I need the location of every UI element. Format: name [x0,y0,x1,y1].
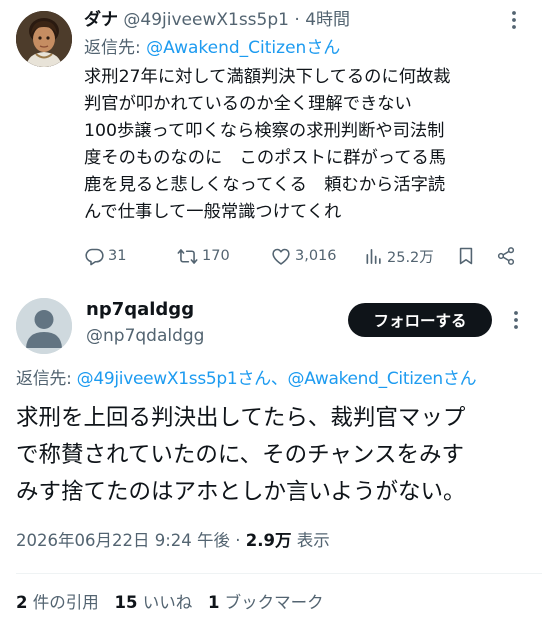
quotes-count: 2 [16,593,28,612]
handle[interactable]: @np7qdaldgg [86,323,204,349]
reply-icon [85,248,104,265]
likes-link[interactable]: 15 いいね [114,593,192,612]
reply-count: 31 [108,248,127,264]
separator-dot: · [294,10,300,30]
reply-tweet-text: 求刑27年に対して満額判決下してるのに何故裁 判官が叩かれているのか全く理解でき… [84,67,451,222]
engagement-stats: 2 件の引用 15 いいね 1 ブックマーク [16,590,324,616]
separator-dot: · [235,531,241,550]
share-icon [497,247,515,265]
relative-time[interactable]: 4時間 [305,10,350,30]
views-label: 表示 [291,531,330,550]
display-name[interactable]: ダナ [84,10,118,30]
follow-button[interactable]: フォローする [348,303,492,337]
quotes-link[interactable]: 2 件の引用 [16,593,99,612]
likes-label: いいね [137,593,193,612]
reply-prefix: 返信先: [16,369,77,389]
mention-suffix: さん [306,38,341,58]
views-count: 2.9万 [245,531,292,550]
tweet-metadata: 2026年06月22日 9:24 午後 · 2.9万 表示 [16,528,330,554]
user-silhouette-icon [16,298,72,354]
mention-separator: 、 [270,369,288,389]
share-button[interactable] [496,240,519,272]
quotes-label: 件の引用 [27,593,99,612]
views-bar-chart-icon [366,248,381,264]
reply-button[interactable]: 31 [84,240,126,272]
reply-context: 返信先: @Awakend_Citizenさん [84,34,340,62]
retweet-button[interactable]: 170 [176,240,230,272]
divider [16,573,542,574]
mention-link[interactable]: @49jiveewX1ss5p1さん [77,369,271,389]
avatar[interactable] [16,11,72,67]
display-name[interactable]: np7qaldgg [86,296,194,324]
more-options-icon[interactable] [504,10,524,34]
bookmark-button[interactable] [456,240,479,272]
reply-prefix: 返信先: [84,38,147,58]
like-count: 3,016 [295,248,337,264]
reply-context: 返信先: @49jiveewX1ss5p1さん、@Awakend_Citizen… [16,366,477,392]
bookmarks-count: 1 [207,593,220,612]
timestamp[interactable]: 2026年06月22日 9:24 午後 [16,531,230,550]
likes-count: 15 [114,593,138,612]
handle[interactable]: @49jiveewX1ss5p1 [123,10,289,30]
mention-link[interactable]: @Awakend_Citizen [146,38,306,58]
heart-icon [272,248,290,265]
reply-tweet-header: ダナ @49jiveewX1ss5p1 · 4時間 [84,6,350,34]
more-options-icon[interactable] [506,310,526,334]
reply-tweet-actions: 31 170 3,016 25.2万 [84,240,524,272]
views-button[interactable]: 25.2万 [364,240,434,272]
bookmarks-label: ブックマーク [219,593,324,612]
avatar-image [16,11,72,67]
like-button[interactable]: 3,016 [270,240,337,272]
default-avatar[interactable] [16,298,72,354]
main-tweet-text: 求刑を上回る判決出してたら、裁判官マップ で称賛されていたのに、そのチャンスをみ… [16,405,466,505]
mention-link[interactable]: @Awakend_Citizenさん [288,369,477,389]
views-count: 25.2万 [387,249,434,266]
bookmarks-link[interactable]: 1 ブックマーク [208,593,324,612]
bookmark-icon [459,247,473,265]
retweet-icon [177,248,198,264]
retweet-count: 170 [202,248,230,264]
